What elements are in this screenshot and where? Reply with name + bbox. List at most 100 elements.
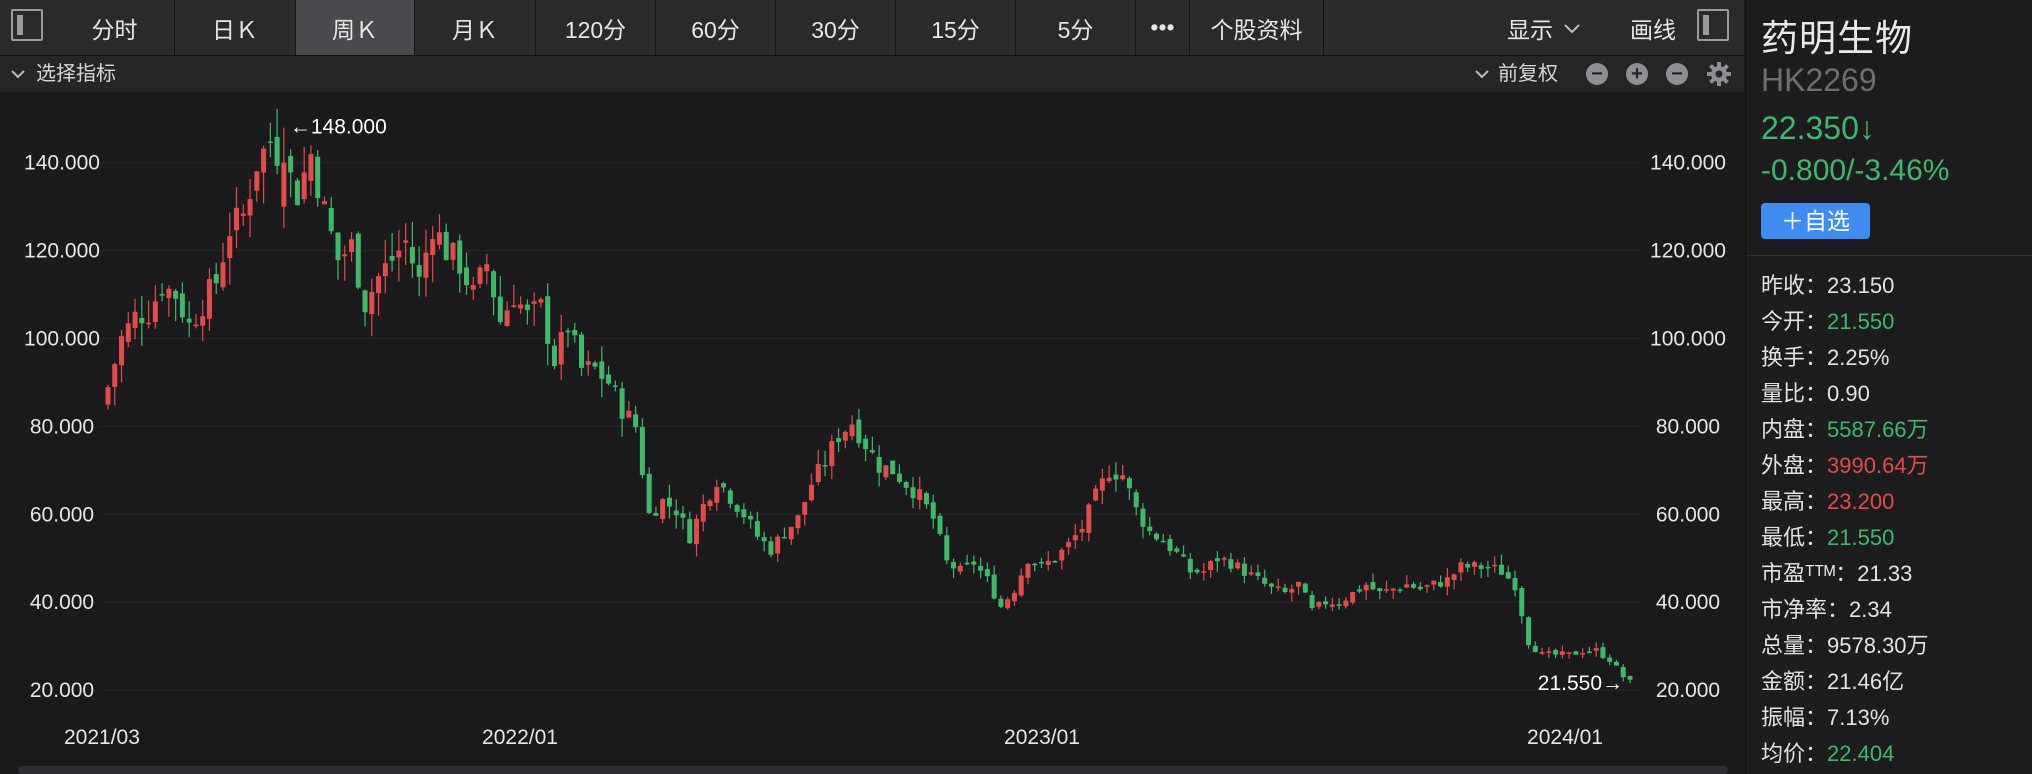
- candle-body: [1045, 560, 1051, 565]
- right-panel-toggle-icon[interactable]: [1697, 9, 1729, 41]
- tab-8[interactable]: 15分: [896, 0, 1016, 55]
- candle-body: [646, 473, 652, 513]
- candle-body: [1275, 586, 1281, 588]
- y-tick-label-right: 60.000: [1656, 503, 1720, 526]
- candle-body: [376, 276, 382, 294]
- candle-body: [369, 291, 375, 315]
- candle-body: [1532, 645, 1538, 653]
- candle-body: [592, 362, 598, 367]
- candle-body: [1492, 564, 1498, 567]
- candle-body: [1140, 508, 1146, 527]
- stat-value: 9578.30万: [1827, 633, 1929, 658]
- select-indicator-label[interactable]: 选择指标: [36, 56, 116, 92]
- candle-body: [842, 431, 848, 441]
- add-watchlist-button[interactable]: ＋自选: [1761, 203, 1870, 239]
- candle-body: [849, 424, 855, 437]
- chevron-down-icon[interactable]: [1472, 56, 1492, 92]
- candle-body: [707, 500, 713, 507]
- candle-body: [761, 537, 767, 542]
- stat-value: 21.550: [1827, 309, 1895, 334]
- candle-body: [234, 207, 240, 231]
- display-menu-button[interactable]: 显示: [1490, 0, 1600, 55]
- candle-body: [633, 414, 639, 428]
- candle-body: [281, 162, 287, 207]
- tab-label: 周Ｋ: [332, 16, 378, 43]
- tab-9[interactable]: 5分: [1016, 0, 1136, 55]
- tab-2[interactable]: 日Ｋ: [175, 0, 296, 55]
- candle-body: [349, 239, 355, 253]
- stat-row: 今开：21.550: [1761, 304, 1894, 336]
- candle-body: [795, 515, 801, 529]
- y-tick-label-left: 80.000: [30, 415, 94, 438]
- candle-body: [1451, 574, 1457, 581]
- quote-panel: 药明生物 HK2269 22.350↓ -0.800/-3.46% ＋自选 昨收…: [1745, 0, 2032, 774]
- tab-7[interactable]: 30分: [776, 0, 896, 55]
- tab-label: 分时: [91, 16, 138, 43]
- candle-body: [1424, 585, 1430, 587]
- candle-body: [876, 456, 882, 473]
- candle-body: [247, 199, 253, 216]
- tab-10[interactable]: •••: [1136, 0, 1190, 55]
- candle-body: [971, 561, 977, 565]
- tab-6[interactable]: 60分: [656, 0, 776, 55]
- candle-body: [531, 301, 537, 304]
- y-tick-label-left: 100.000: [24, 327, 100, 350]
- chevron-down-icon[interactable]: [8, 56, 28, 92]
- candle-body: [1323, 601, 1329, 605]
- candle-body: [863, 438, 869, 450]
- candle-body: [1431, 580, 1437, 585]
- candle-body: [585, 361, 591, 365]
- candle-body: [1296, 581, 1302, 587]
- zoom-out-icon[interactable]: −: [1586, 63, 1608, 85]
- candle-body: [1438, 582, 1444, 587]
- chart-scrollbar[interactable]: [18, 766, 1728, 774]
- candle-body: [1404, 584, 1410, 588]
- candle-body: [1316, 601, 1322, 607]
- candlestick-chart[interactable]: 20.000 20.000 40.000 40.000 60.000 60.000 80.0…: [0, 92, 1744, 764]
- adjust-mode-label[interactable]: 前复权: [1498, 56, 1558, 92]
- gear-icon[interactable]: [1706, 61, 1732, 87]
- chart-area[interactable]: 选择指标 前复权 − + − 20.000 20.000 40.000 40.000 6…: [0, 56, 1744, 774]
- draw-line-label: 画线: [1630, 16, 1676, 43]
- candle-body: [1600, 647, 1606, 658]
- candle-body: [673, 510, 679, 516]
- stat-row: 最低：21.550: [1761, 520, 1894, 552]
- stock-code: HK2269: [1761, 62, 1877, 98]
- candle-body: [342, 254, 348, 257]
- candle-body: [599, 361, 605, 379]
- candle-body: [315, 156, 321, 199]
- tab-1[interactable]: 分时: [55, 0, 175, 55]
- candle-body: [1241, 563, 1247, 576]
- candle-body: [951, 561, 957, 569]
- zoom-in-icon[interactable]: +: [1626, 63, 1648, 85]
- stat-value: 23.150: [1827, 273, 1895, 298]
- left-panel-toggle-icon[interactable]: [11, 9, 43, 41]
- remove-indicator-icon[interactable]: −: [1666, 63, 1688, 85]
- candle-body: [274, 136, 280, 166]
- stat-label: 换手：: [1761, 345, 1828, 370]
- candle-body: [193, 324, 199, 327]
- tab-5[interactable]: 120分: [536, 0, 656, 55]
- candle-body: [1411, 584, 1417, 588]
- candle-body: [1383, 589, 1389, 591]
- candle-body: [1580, 652, 1586, 655]
- tab-label: •••: [1150, 14, 1175, 40]
- stat-label: 外盘：: [1761, 453, 1828, 478]
- candle-body: [1160, 540, 1166, 543]
- tab-4[interactable]: 月Ｋ: [415, 0, 536, 55]
- candle-body: [714, 487, 720, 503]
- candle-body: [355, 233, 361, 288]
- candle-body: [396, 250, 402, 258]
- candle-body: [179, 293, 185, 318]
- tab-3[interactable]: 周Ｋ: [296, 0, 415, 55]
- stat-value: 2.25%: [1827, 345, 1890, 370]
- candle-body: [328, 207, 334, 232]
- stat-value: 21.550: [1827, 525, 1895, 550]
- candle-body: [748, 515, 754, 520]
- y-tick-label-left: 120.000: [24, 240, 100, 263]
- tab-11[interactable]: 个股资料: [1190, 0, 1324, 55]
- draw-line-button[interactable]: 画线: [1608, 0, 1698, 55]
- min-price-label: 21.550→: [1538, 672, 1623, 695]
- candle-body: [1478, 565, 1484, 569]
- stat-value: 5587.66万: [1827, 417, 1929, 442]
